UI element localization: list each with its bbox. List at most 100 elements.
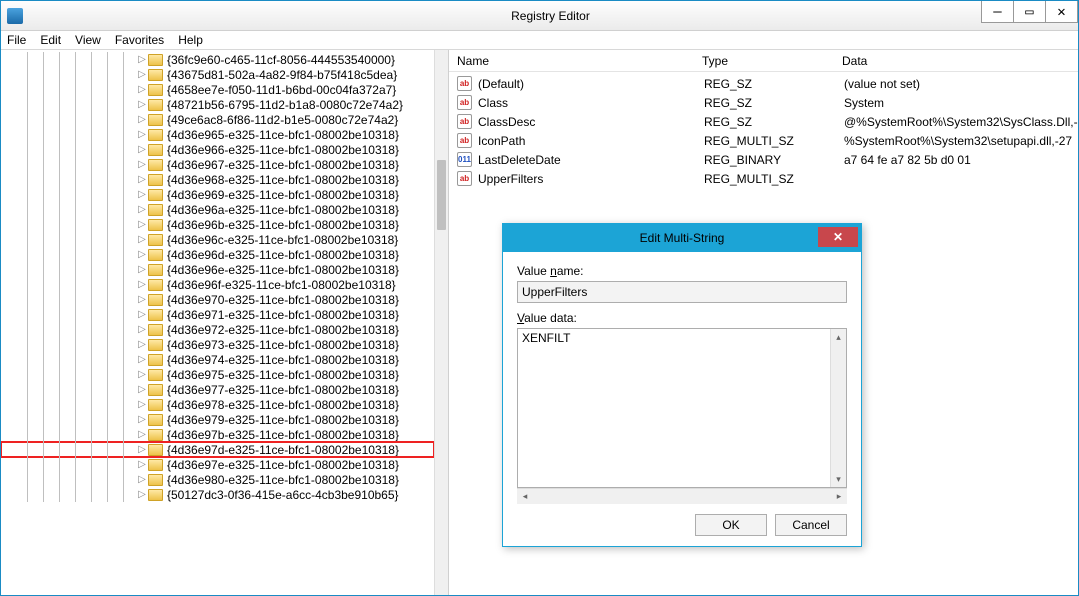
tree-item[interactable]: ▷{36fc9e60-c465-11cf-8056-444553540000} [1,52,434,67]
expander-icon[interactable]: ▷ [136,249,148,260]
expander-icon[interactable]: ▷ [136,384,148,395]
tree-item-label: {4d36e979-e325-11ce-bfc1-08002be10318} [167,413,399,427]
expander-icon[interactable]: ▷ [136,159,148,170]
textarea-hscroll[interactable]: ◂ ▸ [517,488,847,504]
tree-item[interactable]: ▷ {4d36e979-e325-11ce-bfc1-08002be10318} [1,412,434,427]
value-row[interactable]: abClassREG_SZSystem [457,93,1078,112]
scroll-up-icon[interactable]: ▴ [831,329,846,345]
expander-icon[interactable]: ▷ [136,129,148,140]
expander-icon[interactable]: ▷ [136,144,148,155]
menu-favorites[interactable]: Favorites [115,33,164,47]
tree-item[interactable]: ▷{4d36e96e-e325-11ce-bfc1-08002be10318} [1,262,434,277]
col-header-type[interactable]: Type [702,54,842,68]
tree-item[interactable]: ▷{4d36e966-e325-11ce-bfc1-08002be10318} [1,142,434,157]
value-row[interactable]: abUpperFiltersREG_MULTI_SZ [457,169,1078,188]
expander-icon[interactable]: ▷ [136,219,148,230]
tree-item[interactable]: ▷{4d36e975-e325-11ce-bfc1-08002be10318} [1,367,434,382]
tree-item[interactable]: ▷{4d36e980-e325-11ce-bfc1-08002be10318} [1,472,434,487]
folder-icon [148,129,163,141]
tree-item[interactable]: ▷{4d36e970-e325-11ce-bfc1-08002be10318} [1,292,434,307]
expander-icon[interactable]: ▷ [136,234,148,245]
value-type: REG_SZ [704,115,844,129]
dialog-close-button[interactable]: ✕ [818,227,858,247]
tree-item-label: {4d36e971-e325-11ce-bfc1-08002be10318} [167,308,399,322]
maximize-button[interactable]: ▭ [1013,1,1046,23]
expander-icon[interactable]: ▷ [136,294,148,305]
tree-item[interactable]: ▷{4d36e969-e325-11ce-bfc1-08002be10318} [1,187,434,202]
folder-icon [148,234,163,246]
tree-item[interactable]: ▷{4d36e967-e325-11ce-bfc1-08002be10318} [1,157,434,172]
tree-item[interactable]: ▷{4d36e96d-e325-11ce-bfc1-08002be10318} [1,247,434,262]
tree-item[interactable]: ▷{4d36e973-e325-11ce-bfc1-08002be10318} [1,337,434,352]
scroll-down-icon[interactable]: ▾ [831,471,846,487]
tree-item[interactable]: ▷{4d36e96f-e325-11ce-bfc1-08002be10318} [1,277,434,292]
expander-icon[interactable]: ▷ [136,264,148,275]
expander-icon[interactable]: ▷ [136,99,148,110]
expander-icon[interactable]: ▷ [136,324,148,335]
menu-file[interactable]: File [7,33,26,47]
tree-item[interactable]: ▷{4d36e974-e325-11ce-bfc1-08002be10318} [1,352,434,367]
string-value-icon: ab [457,114,472,129]
menu-view[interactable]: View [75,33,101,47]
menu-help[interactable]: Help [178,33,203,47]
tree-item[interactable]: ▷{4d36e972-e325-11ce-bfc1-08002be10318} [1,322,434,337]
menu-edit[interactable]: Edit [40,33,61,47]
value-data-textarea[interactable] [518,329,830,487]
dialog-titlebar[interactable]: Edit Multi-String ✕ [503,224,861,252]
expander-icon[interactable]: ▷ [136,204,148,215]
value-row[interactable]: abClassDescREG_SZ@%SystemRoot%\System32\… [457,112,1078,131]
tree-item[interactable]: ▷{4d36e968-e325-11ce-bfc1-08002be10318} [1,172,434,187]
tree-item[interactable]: ▷{4d36e977-e325-11ce-bfc1-08002be10318} [1,382,434,397]
tree-item[interactable]: ▷{4d36e978-e325-11ce-bfc1-08002be10318} [1,397,434,412]
tree-item[interactable]: ▷{43675d81-502a-4a82-9f84-b75f418c5dea} [1,67,434,82]
expander-icon[interactable]: ▷ [136,189,148,200]
tree-item[interactable]: ▷ {4d36e971-e325-11ce-bfc1-08002be10318} [1,307,434,322]
expander-icon[interactable]: ▷ [136,354,148,365]
tree-scrollbar-thumb[interactable] [437,160,446,230]
expander-icon[interactable]: ▷ [136,309,148,320]
expander-icon[interactable]: ▷ [136,369,148,380]
expander-icon[interactable]: ▷ [136,474,148,485]
expander-icon[interactable]: ▷ [136,459,148,470]
expander-icon[interactable]: ▷ [136,54,148,65]
textarea-vscroll[interactable]: ▴ ▾ [830,329,846,487]
expander-icon[interactable]: ▷ [136,114,148,125]
expander-icon[interactable]: ▷ [136,429,148,440]
expander-icon[interactable]: ▷ [136,489,148,500]
col-header-name[interactable]: Name [457,54,702,68]
tree-item[interactable]: ▷{4d36e97b-e325-11ce-bfc1-08002be10318} [1,427,434,442]
value-row[interactable]: 011LastDeleteDateREG_BINARYa7 64 fe a7 8… [457,150,1078,169]
cancel-button[interactable]: Cancel [775,514,847,536]
tree-item[interactable]: ▷{49ce6ac8-6f86-11d2-b1e5-0080c72e74a2} [1,112,434,127]
tree-item[interactable]: ▷{4d36e97d-e325-11ce-bfc1-08002be10318} [1,442,434,457]
expander-icon[interactable]: ▷ [136,399,148,410]
values-list[interactable]: ab(Default)REG_SZ(value not set)abClassR… [449,72,1078,188]
col-header-data[interactable]: Data [842,54,1078,68]
ok-button[interactable]: OK [695,514,767,536]
registry-tree[interactable]: ▷{36fc9e60-c465-11cf-8056-444553540000}▷… [1,50,434,595]
tree-item[interactable]: ▷{48721b56-6795-11d2-b1a8-0080c72e74a2} [1,97,434,112]
expander-icon[interactable]: ▷ [136,339,148,350]
tree-item[interactable]: ▷{4d36e965-e325-11ce-bfc1-08002be10318} [1,127,434,142]
tree-item[interactable]: ▷{50127dc3-0f36-415e-a6cc-4cb3be910b65} [1,487,434,502]
tree-scrollbar[interactable] [434,50,448,595]
minimize-button[interactable]: — [981,1,1014,23]
value-row[interactable]: ab(Default)REG_SZ(value not set) [457,74,1078,93]
expander-icon[interactable]: ▷ [136,174,148,185]
tree-item[interactable]: ▷{4d36e97e-e325-11ce-bfc1-08002be10318} [1,457,434,472]
titlebar[interactable]: Registry Editor — ▭ ✕ [1,1,1078,31]
expander-icon[interactable]: ▷ [136,69,148,80]
folder-icon [148,489,163,501]
scroll-left-icon[interactable]: ◂ [517,491,533,502]
tree-item[interactable]: ▷{4658ee7e-f050-11d1-b6bd-00c04fa372a7} [1,82,434,97]
expander-icon[interactable]: ▷ [136,444,148,455]
scroll-right-icon[interactable]: ▸ [831,491,847,502]
value-row[interactable]: abIconPathREG_MULTI_SZ%SystemRoot%\Syste… [457,131,1078,150]
expander-icon[interactable]: ▷ [136,279,148,290]
tree-item[interactable]: ▷{4d36e96b-e325-11ce-bfc1-08002be10318} [1,217,434,232]
expander-icon[interactable]: ▷ [136,414,148,425]
close-button[interactable]: ✕ [1045,1,1078,23]
tree-item[interactable]: ▷{4d36e96a-e325-11ce-bfc1-08002be10318} [1,202,434,217]
tree-item[interactable]: ▷{4d36e96c-e325-11ce-bfc1-08002be10318} [1,232,434,247]
expander-icon[interactable]: ▷ [136,84,148,95]
